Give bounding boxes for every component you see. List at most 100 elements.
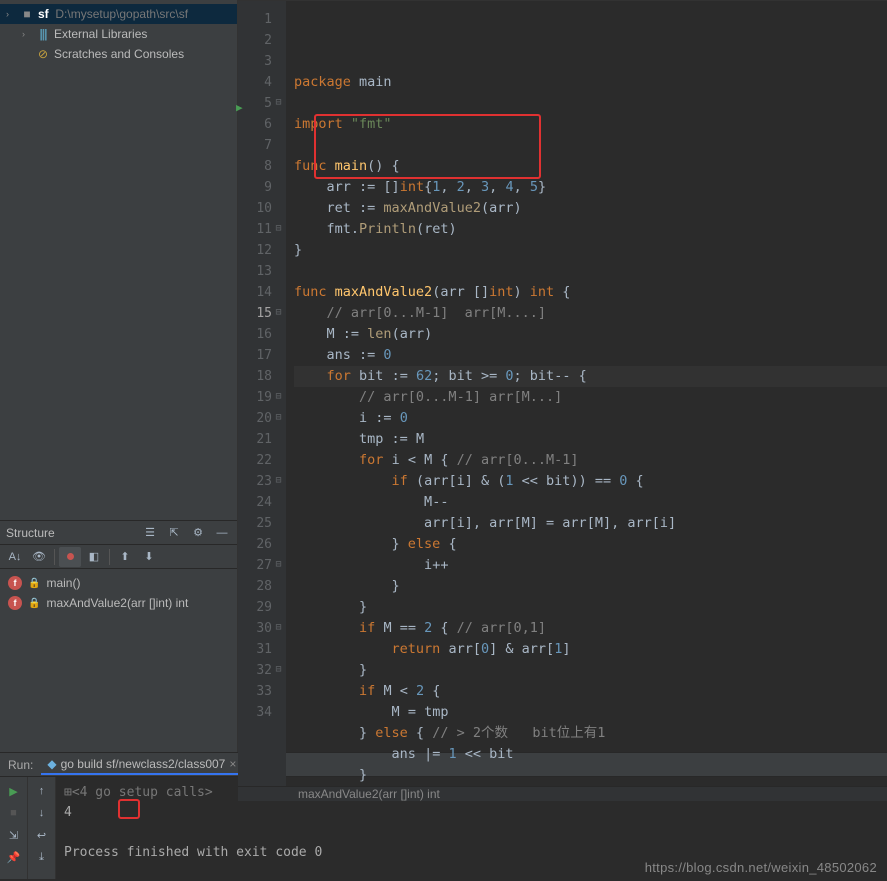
code-line[interactable]: } else {	[294, 534, 887, 555]
tree-item-label: Scratches and Consoles	[54, 47, 184, 61]
code-line[interactable]: tmp := M	[294, 429, 887, 450]
structure-title: Structure	[6, 526, 135, 540]
collapse-all-icon[interactable]: ⬇	[138, 547, 160, 567]
project-tree-item-external-libs[interactable]: › ||| External Libraries	[0, 24, 237, 44]
down-icon[interactable]: ↓	[32, 803, 52, 823]
run-action-bar: ▶ ■ ⇲ 📌	[0, 777, 28, 879]
code-line[interactable]: }	[294, 576, 887, 597]
filter-icon[interactable]: ☰	[141, 524, 159, 542]
code-line[interactable]: ans |= 1 << bit	[294, 744, 887, 765]
code-line[interactable]: if M == 2 { // arr[0,1]	[294, 618, 887, 639]
expand-all-icon[interactable]: ⬆	[114, 547, 136, 567]
code-line[interactable]: return arr[0] & arr[1]	[294, 639, 887, 660]
code-line[interactable]: package main	[294, 72, 887, 93]
run-configuration-tab[interactable]: ◆ go build sf/newclass2/class007 ×	[41, 755, 242, 775]
code-line[interactable]: i := 0	[294, 408, 887, 429]
code-line[interactable]: arr := []int{1, 2, 3, 4, 5}	[294, 177, 887, 198]
lock-icon: 🔒	[28, 578, 40, 589]
code-line[interactable]	[294, 93, 887, 114]
code-line[interactable]: for i < M { // arr[0...M-1]	[294, 450, 887, 471]
console-action-bar: ↑ ↓ ↩ ⤓	[28, 777, 56, 879]
fold-icon[interactable]: ⊟	[274, 665, 283, 674]
sort-visibility-icon[interactable]: 👁	[28, 547, 50, 567]
code-line[interactable]: M = tmp	[294, 702, 887, 723]
fold-icon[interactable]: ⊟	[274, 224, 283, 233]
console-line: ⊞<4 go setup calls>	[64, 783, 879, 803]
pin-icon[interactable]: 📌	[4, 847, 24, 867]
fold-icon[interactable]: ⊟	[274, 476, 283, 485]
code-line[interactable]: }	[294, 240, 887, 261]
separator	[109, 549, 110, 565]
up-icon[interactable]: ↑	[32, 781, 52, 801]
collapse-icon[interactable]: ⇱	[165, 524, 183, 542]
code-line[interactable]: // arr[0...M-1] arr[M...]	[294, 387, 887, 408]
gear-icon[interactable]: ⚙	[189, 524, 207, 542]
code-line[interactable]: }	[294, 660, 887, 681]
rerun-icon[interactable]: ▶	[4, 781, 24, 801]
watermark-text: https://blog.csdn.net/weixin_48502062	[645, 860, 877, 875]
structure-toolbar: A↓ 👁 ◧ ⬆ ⬇	[0, 545, 237, 569]
tree-item-label: External Libraries	[54, 27, 147, 41]
console-line	[64, 823, 879, 843]
code-line[interactable]: } else { // > 2个数 bit位上有1	[294, 723, 887, 744]
structure-list: f 🔒 main() f 🔒 maxAndValue2(arr []int) int	[0, 569, 237, 617]
stop-icon[interactable]: ■	[4, 803, 24, 823]
folder-icon: ■	[20, 7, 34, 21]
code-line[interactable]: func maxAndValue2(arr []int) int {	[294, 282, 887, 303]
structure-item-label: main()	[46, 576, 80, 590]
tree-item-label: sf D:\mysetup\gopath\src\sf	[38, 7, 188, 21]
code-line[interactable]: ret := maxAndValue2(arr)	[294, 198, 887, 219]
code-line[interactable]: fmt.Println(ret)	[294, 219, 887, 240]
layout-icon[interactable]: ⇲	[4, 825, 24, 845]
fold-icon[interactable]: ⊟	[274, 392, 283, 401]
editor-area: ▶⊟⊟⊟⊟⊟⊟⊟⊟⊟ 12345678910111213141516171819…	[238, 0, 887, 752]
show-local-icon[interactable]: ◧	[83, 547, 105, 567]
code-line[interactable]: if M < 2 {	[294, 681, 887, 702]
function-badge-icon: f	[8, 596, 22, 610]
library-icon: |||	[36, 27, 50, 41]
function-badge-icon: f	[8, 576, 22, 590]
run-label: Run:	[8, 758, 33, 772]
code-line[interactable]: ans := 0	[294, 345, 887, 366]
code-line[interactable]: if (arr[i] & (1 << bit)) == 0 {	[294, 471, 887, 492]
chevron-right-icon: ›	[6, 9, 16, 19]
code-line[interactable]: func main() {	[294, 156, 887, 177]
structure-panel: Structure ☰ ⇱ ⚙ — A↓ 👁 ◧ ⬆ ⬇ f 🔒 main() f 🔒 m…	[0, 520, 237, 752]
code-line[interactable]: }	[294, 597, 887, 618]
go-icon: ◆	[47, 757, 56, 771]
code-line[interactable]	[294, 261, 887, 282]
fold-icon[interactable]: ⊟	[274, 98, 283, 107]
code-line[interactable]: M--	[294, 492, 887, 513]
soft-wrap-icon[interactable]: ↩	[32, 825, 52, 845]
code-line[interactable]: import "fmt"	[294, 114, 887, 135]
fold-icon[interactable]: ⊟	[274, 308, 283, 317]
code-line[interactable]: arr[i], arr[M] = arr[M], arr[i]	[294, 513, 887, 534]
sort-alpha-icon[interactable]: A↓	[4, 547, 26, 567]
run-tab-label: go build sf/newclass2/class007	[61, 757, 226, 771]
minimize-icon[interactable]: —	[213, 524, 231, 542]
lock-icon: 🔒	[28, 598, 40, 609]
project-tree-item-sf[interactable]: › ■ sf D:\mysetup\gopath\src\sf	[0, 4, 237, 24]
project-sidebar: › ■ sf D:\mysetup\gopath\src\sf › ||| Ex…	[0, 0, 238, 752]
structure-item[interactable]: f 🔒 main()	[0, 573, 237, 593]
code-line[interactable]	[294, 135, 887, 156]
console-line: 4	[64, 803, 879, 823]
fold-icon[interactable]: ⊟	[274, 560, 283, 569]
show-fields-icon[interactable]	[59, 547, 81, 567]
project-tree-item-scratches[interactable]: › ⊘ Scratches and Consoles	[0, 44, 237, 64]
close-icon[interactable]: ×	[229, 757, 236, 771]
fold-icon[interactable]: ⊟	[274, 623, 283, 632]
editor-gutter[interactable]: ▶⊟⊟⊟⊟⊟⊟⊟⊟⊟ 12345678910111213141516171819…	[238, 1, 286, 786]
code-line[interactable]: for bit := 62; bit >= 0; bit-- {	[294, 366, 887, 387]
scroll-end-icon[interactable]: ⤓	[32, 847, 52, 867]
code-line[interactable]: M := len(arr)	[294, 324, 887, 345]
structure-item[interactable]: f 🔒 maxAndValue2(arr []int) int	[0, 593, 237, 613]
code-line[interactable]: i++	[294, 555, 887, 576]
code-line[interactable]: // arr[0...M-1] arr[M....]	[294, 303, 887, 324]
structure-item-label: maxAndValue2(arr []int) int	[46, 596, 188, 610]
code-editor[interactable]: package main import "fmt" func main() { …	[286, 1, 887, 786]
scratch-icon: ⊘	[36, 47, 50, 61]
project-tree[interactable]: › ■ sf D:\mysetup\gopath\src\sf › ||| Ex…	[0, 0, 237, 520]
fold-icon[interactable]: ⊟	[274, 413, 283, 422]
run-gutter-icon[interactable]: ▶	[236, 97, 243, 118]
